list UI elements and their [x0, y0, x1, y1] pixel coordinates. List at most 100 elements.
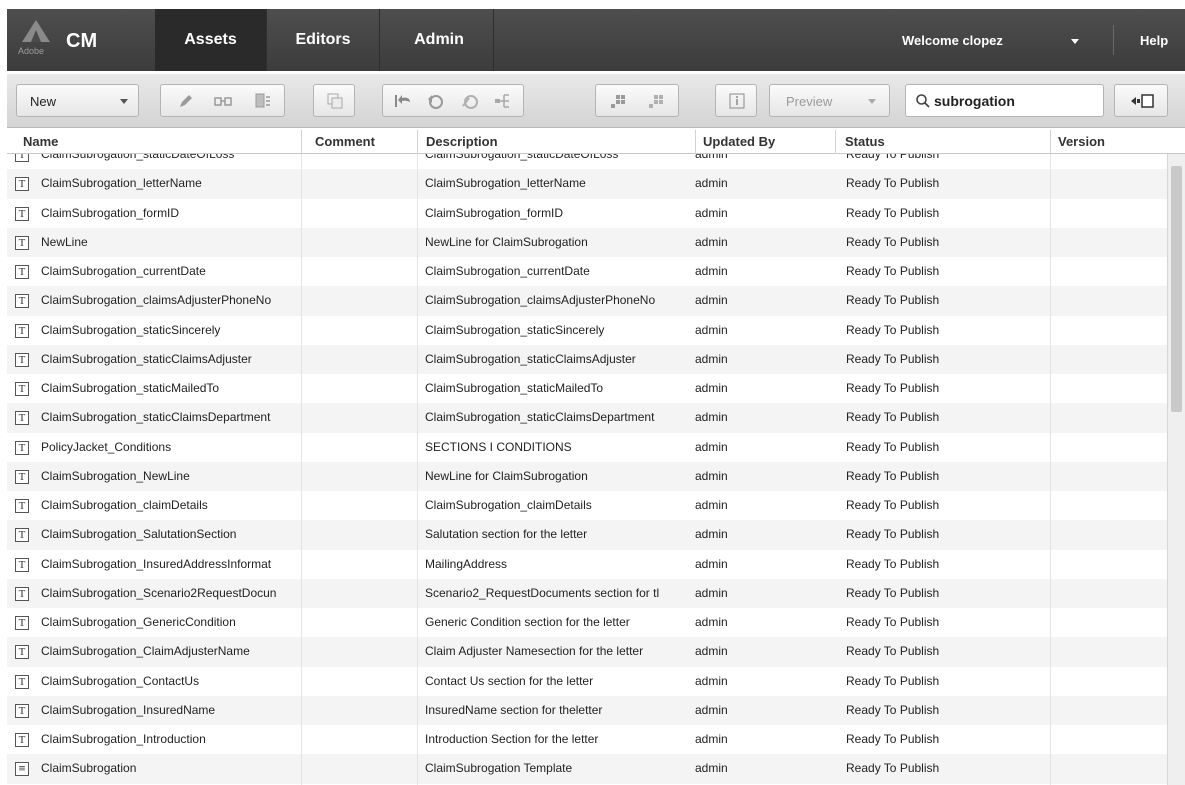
column-header-description[interactable]: Description [426, 134, 498, 149]
table-row[interactable]: T ClaimSubrogation_NewLine NewLine for Cla… [7, 461, 1167, 491]
table-row[interactable]: T ClaimSubrogation_Introduction Introducti… [7, 725, 1167, 754]
column-divider [301, 130, 302, 154]
adobe-logo-icon: Adobe [18, 18, 54, 58]
table-row[interactable]: T ClaimSubrogation_ClaimAdjusterName Claim… [7, 637, 1167, 667]
chevron-down-icon[interactable] [1071, 39, 1079, 44]
table-row[interactable]: T ClaimSubrogation_staticSincerely ClaimSu… [7, 316, 1167, 345]
group-icon[interactable] [608, 92, 628, 110]
column-header-comment[interactable]: Comment [315, 134, 375, 149]
asset-status: Ready To Publish [846, 439, 940, 454]
top-navigation: Adobe CM Assets Editors Admin Welcome cl… [0, 0, 1185, 76]
table-row[interactable]: T ClaimSubrogation_GenericCondition Generi… [7, 608, 1167, 637]
asset-updated-by: admin [695, 154, 728, 161]
table-row[interactable]: T ClaimSubrogation_claimsAdjusterPhoneNo C… [7, 286, 1167, 316]
asset-updated-by: admin [695, 468, 728, 483]
help-link[interactable]: Help [1140, 33, 1168, 48]
asset-name: ClaimSubrogation_InsuredAddressInformat [41, 556, 272, 571]
asset-name: ClaimSubrogation_currentDate [41, 264, 206, 278]
preview-dropdown[interactable]: Preview [769, 84, 890, 117]
table-row[interactable]: T ClaimSubrogation_staticClaimsDepartment… [7, 403, 1167, 433]
asset-description: SECTIONS I CONDITIONS [425, 439, 572, 454]
text-module-icon: T [15, 499, 29, 513]
table-row[interactable]: T ClaimSubrogation_ContactUs Contact Us se… [7, 667, 1167, 696]
text-module-icon: T [15, 469, 29, 484]
search-input[interactable] [934, 90, 1094, 112]
asset-status: Ready To Publish [846, 732, 940, 746]
new-dropdown-button[interactable]: New [16, 84, 139, 117]
asset-name: ClaimSubrogation_InsuredName [41, 702, 216, 717]
asset-description: NewLine for ClaimSubrogation [425, 234, 588, 249]
table-row[interactable]: T ClaimSubrogation_formID ClaimSubrogation… [7, 199, 1167, 228]
collapse-panel-button[interactable] [1114, 84, 1168, 117]
nav-divider [493, 9, 494, 71]
info-button[interactable] [715, 84, 757, 117]
search-box [905, 84, 1104, 117]
welcome-user-menu[interactable]: Welcome clopez [902, 33, 1003, 48]
table-row[interactable]: T PolicyJacket_Conditions SECTIONS I CONDI… [7, 433, 1167, 462]
asset-name: ClaimSubrogation_staticClaimsDepartment [41, 410, 271, 425]
table-row[interactable]: T ClaimSubrogation_staticDateOfLoss ClaimS… [7, 154, 1167, 169]
text-module-icon: T [15, 177, 29, 192]
asset-name: ClaimSubrogation_ContactUs [41, 673, 200, 688]
table-row[interactable]: T ClaimSubrogation_InsuredName InsuredName… [7, 695, 1167, 725]
table-row[interactable]: ≡ ClaimSubrogation ClaimSubrogation Templa… [7, 754, 1167, 784]
asset-updated-by: admin [695, 439, 728, 454]
table-row[interactable]: T ClaimSubrogation_InsuredAddressInformat… [7, 550, 1167, 579]
column-divider [417, 130, 418, 154]
asset-status: Ready To Publish [846, 351, 940, 366]
column-divider [1050, 130, 1051, 154]
ungroup-icon[interactable] [646, 92, 666, 110]
asset-name: ClaimSubrogation_NewLine [41, 468, 190, 483]
table-row[interactable]: T ClaimSubrogation_staticClaimsAdjuster Cl… [7, 344, 1167, 374]
edit-icon[interactable] [177, 92, 195, 110]
publish-icon[interactable] [425, 91, 445, 111]
glasses-icon[interactable] [213, 93, 233, 109]
revert-icon[interactable] [393, 92, 413, 110]
asset-updated-by: admin [695, 381, 728, 395]
document-template-icon: ≡ [15, 762, 29, 777]
asset-status: Ready To Publish [846, 293, 940, 308]
asset-name: ClaimSubrogation_ClaimAdjusterName [41, 644, 250, 659]
duplicate-button[interactable] [313, 84, 355, 117]
asset-description: ClaimSubrogation_staticMailedTo [425, 381, 604, 395]
text-module-icon: T [15, 528, 29, 543]
column-header-status[interactable]: Status [845, 134, 885, 149]
table-row[interactable]: T ClaimSubrogation_claimDetails ClaimSubro… [7, 491, 1167, 520]
table-row[interactable]: T ClaimSubrogation_SalutationSection Salut… [7, 520, 1167, 550]
copy-icon[interactable] [253, 92, 273, 110]
asset-description: ClaimSubrogation_staticDateOfLoss [425, 154, 619, 161]
info-icon [729, 93, 745, 109]
asset-status: Ready To Publish [846, 205, 940, 220]
unpublish-icon[interactable] [460, 91, 480, 111]
tab-admin[interactable]: Admin [380, 9, 498, 71]
scrollbar-thumb[interactable] [1171, 166, 1182, 412]
asset-description: Scenario2_RequestDocuments section for t… [425, 585, 660, 600]
asset-status: Ready To Publish [846, 644, 940, 659]
asset-description: Generic Condition section for the letter [425, 615, 630, 629]
table-scrollbar[interactable] [1167, 154, 1185, 785]
table-row[interactable]: T ClaimSubrogation_staticMailedTo ClaimSub… [7, 374, 1167, 403]
column-header-version[interactable]: Version [1058, 134, 1105, 149]
asset-status: Ready To Publish [846, 673, 940, 688]
tab-editors[interactable]: Editors [267, 9, 379, 71]
table-row[interactable]: T ClaimSubrogation_letterName ClaimSubroga… [7, 169, 1167, 199]
table-row[interactable]: T NewLine NewLine for ClaimSubrogation admi… [7, 227, 1167, 257]
asset-description: ClaimSubrogation Template [425, 761, 573, 776]
column-divider [835, 130, 836, 154]
search-icon[interactable] [915, 93, 931, 109]
table-header: Name Comment Description Updated By Stat… [7, 130, 1185, 154]
column-header-updated-by[interactable]: Updated By [703, 134, 775, 149]
tab-assets[interactable]: Assets [155, 9, 267, 71]
asset-description: InsuredName section for theletter [425, 702, 603, 717]
tree-icon[interactable] [493, 92, 513, 110]
table-row[interactable]: T ClaimSubrogation_currentDate ClaimSubrog… [7, 257, 1167, 286]
column-header-name[interactable]: Name [23, 134, 58, 149]
text-module-icon: T [15, 703, 29, 718]
text-module-icon: T [15, 586, 29, 601]
asset-description: ClaimSubrogation_claimDetails [425, 498, 592, 512]
text-module-icon: T [15, 645, 29, 660]
asset-description: Introduction Section for the letter [425, 732, 599, 746]
asset-status: Ready To Publish [846, 410, 940, 425]
table-row[interactable]: T ClaimSubrogation_Scenario2RequestDocun S… [7, 578, 1167, 608]
asset-name: ClaimSubrogation_Introduction [41, 732, 206, 746]
